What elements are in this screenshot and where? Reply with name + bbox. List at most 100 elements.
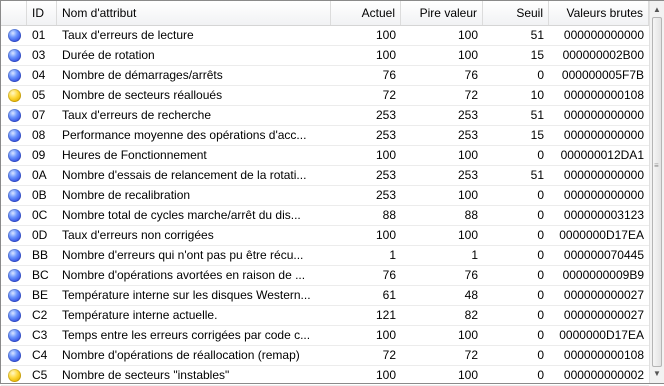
raw-value: 0000000009B9: [562, 268, 644, 282]
header-id[interactable]: ID: [27, 1, 57, 25]
ok-status-icon: [7, 349, 21, 362]
worst-value: 100: [457, 148, 478, 162]
raw-value: 0000000D17EA: [559, 328, 644, 342]
table-row[interactable]: C5 Nombre de secteurs "instables" 100 100 0 0…: [1, 366, 649, 386]
current-value: 100: [375, 328, 396, 342]
current-value: 76: [382, 68, 396, 82]
ok-status-icon: [7, 129, 21, 142]
worst-value: 82: [464, 308, 478, 322]
scrollbar-thumb[interactable]: ≡: [652, 17, 662, 367]
raw-value: 000000005F7B: [561, 68, 644, 82]
current-value: 121: [375, 308, 396, 322]
status-cell: [1, 266, 27, 285]
threshold-value: 0: [537, 148, 544, 162]
threshold-value: 0: [537, 268, 544, 282]
status-cell: [1, 106, 27, 125]
table-row[interactable]: BC Nombre d'opérations avortées en raison…: [1, 266, 649, 286]
ok-status-icon: [7, 69, 21, 82]
threshold-value: 0: [537, 368, 544, 382]
attribute-name: Taux d'erreurs de recherche: [62, 108, 212, 122]
table-row[interactable]: 0B Nombre de recalibration 253 100 0 00000000…: [1, 186, 649, 206]
scroll-up-arrow-icon[interactable]: ▲: [650, 3, 664, 17]
table-row[interactable]: 04 Nombre de démarrages/arrêts 76 76 0 000000…: [1, 66, 649, 86]
status-cell: [1, 26, 27, 45]
table-row[interactable]: C2 Température interne actuelle. 121 82 0 000…: [1, 306, 649, 326]
raw-value: 000000000002: [563, 368, 644, 382]
header-raw-values[interactable]: Valeurs brutes: [549, 1, 649, 25]
ok-status-icon: [7, 309, 21, 322]
attribute-id: 01: [32, 28, 46, 42]
current-value: 100: [375, 368, 396, 382]
threshold-value: 15: [530, 48, 544, 62]
table-row[interactable]: 05 Nombre de secteurs réalloués 72 72 10 0000…: [1, 86, 649, 106]
raw-value: 000000002B00: [562, 48, 644, 62]
current-value: 88: [382, 208, 396, 222]
table-row[interactable]: BE Température interne sur les disques We…: [1, 286, 649, 306]
worst-value: 48: [464, 288, 478, 302]
header-worst[interactable]: Pire valeur: [401, 1, 483, 25]
status-cell: [1, 46, 27, 65]
threshold-value: 0: [537, 328, 544, 342]
warning-status-icon: [7, 369, 21, 382]
threshold-value: 0: [537, 208, 544, 222]
scroll-down-arrow-icon[interactable]: ▼: [650, 367, 664, 381]
attribute-name: Nombre total de cycles marche/arrêt du d…: [62, 208, 301, 222]
table-body: 01 Taux d'erreurs de lecture 100 100 51 00000…: [1, 26, 649, 386]
vertical-scrollbar[interactable]: ▲ ≡ ▼: [649, 1, 664, 383]
raw-value: 000000000000: [563, 28, 644, 42]
attribute-id: 09: [32, 148, 46, 162]
scrollbar-grip-icon: ≡: [654, 161, 659, 170]
attribute-name: Nombre de recalibration: [62, 188, 191, 202]
attribute-name: Heures de Fonctionnement: [62, 148, 207, 162]
attribute-name: Durée de rotation: [62, 48, 155, 62]
worst-value: 253: [457, 128, 478, 142]
raw-value: 000000000108: [563, 88, 644, 102]
attribute-name: Taux d'erreurs de lecture: [62, 28, 194, 42]
table-row[interactable]: 08 Performance moyenne des opérations d'a…: [1, 126, 649, 146]
table-row[interactable]: 0C Nombre total de cycles marche/arrêt du…: [1, 206, 649, 226]
status-cell: [1, 226, 27, 245]
attribute-id: 07: [32, 108, 46, 122]
table-row[interactable]: 0A Nombre d'essais de relancement de la r…: [1, 166, 649, 186]
table-row[interactable]: BB Nombre d'erreurs qui n'ont pas pu être…: [1, 246, 649, 266]
threshold-value: 0: [537, 68, 544, 82]
current-value: 253: [375, 128, 396, 142]
attribute-id: C5: [32, 368, 48, 382]
worst-value: 72: [464, 348, 478, 362]
raw-value: 000000012DA1: [560, 148, 644, 162]
table-row[interactable]: C3 Temps entre les erreurs corrigées par …: [1, 326, 649, 346]
status-cell: [1, 346, 27, 365]
status-cell: [1, 146, 27, 165]
current-value: 100: [375, 228, 396, 242]
attribute-name: Nombre d'essais de relancement de la rot…: [62, 168, 307, 182]
ok-status-icon: [7, 109, 21, 122]
table-row[interactable]: 03 Durée de rotation 100 100 15 000000002B00: [1, 46, 649, 66]
raw-value: 000000000000: [563, 188, 644, 202]
attribute-name: Nombre de secteurs réalloués: [62, 88, 223, 102]
ok-status-icon: [7, 29, 21, 42]
worst-value: 1: [471, 248, 478, 262]
table-row[interactable]: 0D Taux d'erreurs non corrigées 100 100 0 000…: [1, 226, 649, 246]
worst-value: 253: [457, 108, 478, 122]
table-row[interactable]: 09 Heures de Fonctionnement 100 100 0 0000000…: [1, 146, 649, 166]
table-row[interactable]: C4 Nombre d'opérations de réallocation (r…: [1, 346, 649, 366]
header-current[interactable]: Actuel: [331, 1, 401, 25]
table-row[interactable]: 07 Taux d'erreurs de recherche 253 253 51 000…: [1, 106, 649, 126]
header-attribute-name[interactable]: Nom d'attribut: [57, 1, 331, 25]
raw-value: 000000000000: [563, 108, 644, 122]
attribute-name: Température interne sur les disques West…: [62, 288, 311, 302]
status-cell: [1, 66, 27, 85]
ok-status-icon: [7, 149, 21, 162]
table-row[interactable]: 01 Taux d'erreurs de lecture 100 100 51 00000…: [1, 26, 649, 46]
attribute-id: 04: [32, 68, 46, 82]
current-value: 253: [375, 108, 396, 122]
header-threshold[interactable]: Seuil: [483, 1, 549, 25]
ok-status-icon: [7, 49, 21, 62]
current-value: 100: [375, 48, 396, 62]
ok-status-icon: [7, 169, 21, 182]
header-status-column[interactable]: [1, 1, 27, 25]
worst-value: 100: [457, 228, 478, 242]
threshold-value: 0: [537, 228, 544, 242]
attribute-id: 0B: [32, 188, 47, 202]
attribute-id: BC: [32, 268, 49, 282]
